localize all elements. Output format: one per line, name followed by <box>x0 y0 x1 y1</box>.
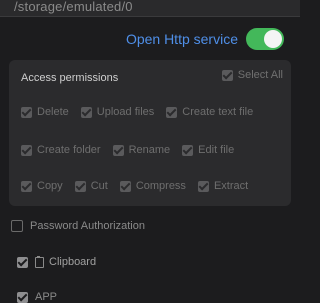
permission-label: Compress <box>135 180 186 192</box>
select-all-checkbox[interactable]: Select All <box>221 69 283 81</box>
clipboard-label: Clipboard <box>49 256 97 268</box>
checkbox-checked-icon <box>21 106 32 118</box>
http-service-row: Open Http service <box>0 24 300 54</box>
checkbox-checked-icon <box>221 69 233 81</box>
storage-path: /storage/emulated/0 <box>14 0 133 14</box>
clipboard-icon <box>35 255 44 268</box>
checkbox-checked-icon <box>119 180 131 192</box>
app-option[interactable]: APP <box>17 291 57 303</box>
permission-delete[interactable]: Delete <box>21 106 69 118</box>
checkbox-checked-icon <box>21 180 32 192</box>
permission-edit-file[interactable]: Edit file <box>182 144 234 156</box>
checkbox-checked-icon <box>17 291 28 303</box>
permission-extract[interactable]: Extract <box>197 180 249 192</box>
permission-copy[interactable]: Copy <box>21 180 63 192</box>
access-permissions-panel: Access permissions Select All Delete Upl… <box>9 60 291 206</box>
permission-upload-files[interactable]: Upload files <box>80 106 155 118</box>
permission-cut[interactable]: Cut <box>74 180 108 192</box>
permission-label: Extract <box>213 180 249 192</box>
select-all-label: Select All <box>237 69 283 81</box>
checkbox-checked-icon <box>74 180 86 192</box>
checkbox-checked-icon <box>21 144 32 156</box>
checkbox-checked-icon <box>17 256 28 268</box>
permission-label: Rename <box>128 144 171 156</box>
permission-row-3: Copy Cut Compress Extract <box>21 178 260 194</box>
switch-knob <box>264 30 282 48</box>
checkbox-checked-icon <box>182 144 194 156</box>
permission-row-2: Create folder Rename Edit file <box>21 142 246 158</box>
permission-label: Upload files <box>96 106 155 118</box>
http-service-label: Open Http service <box>125 31 238 47</box>
password-authorization-label: Password Authorization <box>30 220 145 232</box>
permission-label: Create text file <box>182 106 254 118</box>
checkbox-checked-icon <box>197 180 209 192</box>
permission-label: Create folder <box>37 144 101 156</box>
permission-rename[interactable]: Rename <box>112 144 171 156</box>
permission-label: Delete <box>37 106 69 118</box>
checkbox-checked-icon <box>112 144 124 156</box>
permission-create-folder[interactable]: Create folder <box>21 144 101 156</box>
http-service-switch[interactable] <box>246 28 284 50</box>
permission-row-1: Delete Upload files Create text file <box>21 104 265 120</box>
permission-label: Edit file <box>198 144 235 156</box>
permission-create-text-file[interactable]: Create text file <box>166 106 253 118</box>
access-permissions-title: Access permissions <box>21 72 119 84</box>
permission-label: Cut <box>90 180 108 192</box>
clipboard-option[interactable]: Clipboard <box>17 255 97 268</box>
checkbox-checked-icon <box>166 106 178 118</box>
permission-compress[interactable]: Compress <box>119 180 186 192</box>
permission-label: Copy <box>37 180 63 192</box>
app-label: APP <box>35 291 58 303</box>
storage-path-bar[interactable]: /storage/emulated/0 <box>0 0 300 17</box>
checkbox-unchecked-icon <box>11 220 23 232</box>
password-authorization-option[interactable]: Password Authorization <box>11 220 145 232</box>
checkbox-checked-icon <box>80 106 92 118</box>
